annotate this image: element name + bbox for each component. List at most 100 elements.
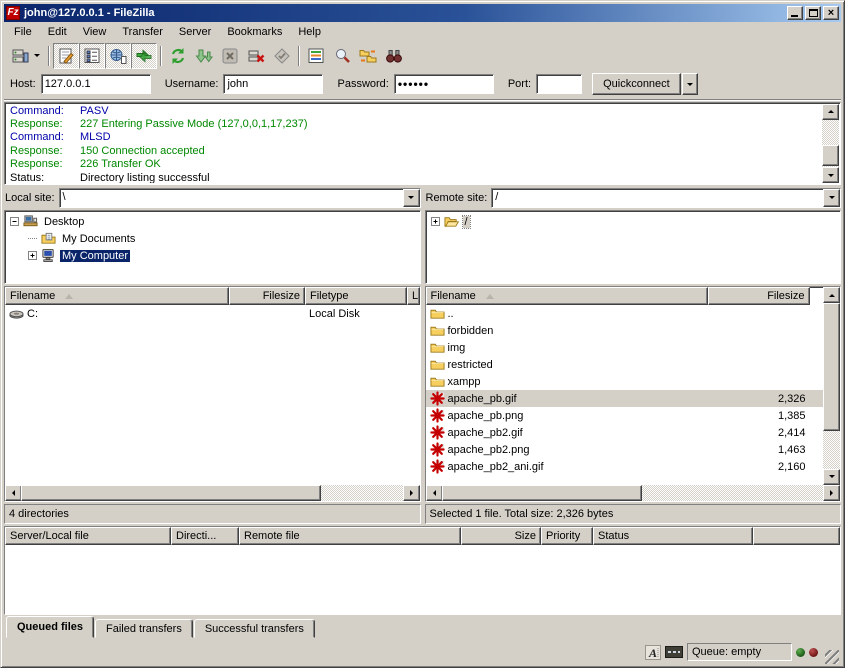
scroll-thumb[interactable]: [21, 485, 321, 501]
file-row-xampp[interactable]: xampp: [426, 373, 824, 390]
column-header-filename[interactable]: Filename: [426, 287, 708, 305]
column-header-l[interactable]: L: [407, 287, 420, 305]
column-header-filetype[interactable]: Filetype: [305, 287, 407, 305]
column-header-size[interactable]: Size: [461, 527, 541, 545]
scroll-up-button[interactable]: [823, 287, 840, 303]
column-header-remote-file[interactable]: Remote file: [239, 527, 461, 545]
local-horizontal-scrollbar[interactable]: [5, 485, 420, 501]
column-header-filesize[interactable]: Filesize: [229, 287, 305, 305]
scroll-up-button[interactable]: [822, 104, 839, 120]
menu-item-transfer[interactable]: Transfer: [114, 24, 171, 40]
menu-item-bookmarks[interactable]: Bookmarks: [219, 24, 290, 40]
scroll-right-button[interactable]: [823, 485, 840, 501]
resize-grip[interactable]: [825, 650, 839, 664]
log-label: Response:: [6, 145, 80, 158]
column-header-server-local-file[interactable]: Server/Local file: [5, 527, 171, 545]
file-row-apache-pb-gif[interactable]: apache_pb.gif2,326: [426, 390, 824, 407]
tab-failed-transfers[interactable]: Failed transfers: [95, 619, 193, 638]
file-row-restricted[interactable]: restricted: [426, 356, 824, 373]
filename-filters-button[interactable]: [381, 43, 407, 69]
toggle-local-tree-button[interactable]: [79, 43, 105, 69]
filesize-cell: [708, 356, 810, 373]
local-site-combo[interactable]: \: [59, 188, 421, 208]
column-header-blank[interactable]: [753, 527, 840, 545]
remote-site-combo[interactable]: /: [491, 188, 841, 208]
scroll-down-button[interactable]: [823, 469, 840, 485]
file-row-img[interactable]: img: [426, 339, 824, 356]
column-header-status[interactable]: Status: [593, 527, 753, 545]
file-row-apache-pb2-png[interactable]: apache_pb2.png1,463: [426, 441, 824, 458]
username-input[interactable]: [223, 74, 323, 94]
reconnect-button[interactable]: [269, 43, 295, 69]
tree-item-my-documents[interactable]: My Documents: [5, 230, 420, 247]
title-bar: Fz john@127.0.0.1 - FileZilla ×: [4, 4, 841, 22]
quickconnect-bar: Host: Username: Password: Port: Quickcon…: [4, 70, 841, 100]
local-directory-tree: DesktopMy DocumentsMy Computer: [4, 210, 421, 284]
site-manager-button[interactable]: [5, 43, 45, 69]
synchronized-browsing-button[interactable]: [355, 43, 381, 69]
menu-item-edit[interactable]: Edit: [40, 24, 75, 40]
remote-vertical-scrollbar[interactable]: [823, 287, 840, 484]
toggle-remote-tree-button[interactable]: [105, 43, 131, 69]
filename-text: apache_pb.png: [448, 410, 524, 422]
host-input[interactable]: [41, 74, 151, 94]
column-header-directi[interactable]: Directi...: [171, 527, 239, 545]
drive-icon: [9, 306, 24, 321]
menu-item-view[interactable]: View: [75, 24, 115, 40]
filename-text: apache_pb2_ani.gif: [448, 461, 544, 473]
log-row: Response:226 Transfer OK: [6, 158, 822, 171]
transfer-queue-body: [5, 545, 840, 615]
column-header-filesize[interactable]: Filesize: [708, 287, 810, 305]
tree-item-my-computer[interactable]: My Computer: [5, 247, 420, 264]
password-input[interactable]: [394, 74, 494, 94]
send-indicator-led: [809, 648, 818, 657]
filesize-cell: [708, 373, 810, 390]
log-label: Status:: [6, 172, 80, 184]
port-input[interactable]: [536, 74, 582, 94]
scroll-thumb[interactable]: [822, 145, 839, 166]
menu-item-server[interactable]: Server: [171, 24, 219, 40]
disconnect-button[interactable]: [243, 43, 269, 69]
tab-successful-transfers[interactable]: Successful transfers: [194, 619, 315, 638]
scroll-thumb[interactable]: [823, 303, 840, 431]
column-header-filename[interactable]: Filename: [5, 287, 229, 305]
cancel-operation-button[interactable]: [217, 43, 243, 69]
file-row-forbidden[interactable]: forbidden: [426, 322, 824, 339]
column-header-priority[interactable]: Priority: [541, 527, 593, 545]
file-row-blank[interactable]: ..: [426, 305, 824, 322]
remote-site-dropdown-button[interactable]: [823, 189, 840, 207]
refresh-button[interactable]: [165, 43, 191, 69]
arrow-left-icon: [9, 490, 15, 496]
file-row-apache-pb-png[interactable]: apache_pb.png1,385: [426, 407, 824, 424]
toggle-message-log-button[interactable]: [53, 43, 79, 69]
expander-plus-icon: [28, 251, 37, 260]
scroll-left-button[interactable]: [5, 485, 22, 501]
find-files-button[interactable]: [329, 43, 355, 69]
process-queue-button[interactable]: [191, 43, 217, 69]
recv-indicator-led: [796, 648, 805, 657]
quickconnect-dropdown-button[interactable]: [682, 73, 698, 95]
menu-item-help[interactable]: Help: [290, 24, 329, 40]
scroll-left-button[interactable]: [426, 485, 443, 501]
tree-item-desktop[interactable]: Desktop: [5, 213, 420, 230]
scroll-down-button[interactable]: [822, 167, 839, 183]
maximize-button[interactable]: [805, 6, 821, 20]
file-row-apache-pb2-ani-gif[interactable]: apache_pb2_ani.gif2,160: [426, 458, 824, 475]
file-row-c[interactable]: C:Local Disk: [5, 305, 420, 322]
file-row-apache-pb2-gif[interactable]: apache_pb2.gif2,414: [426, 424, 824, 441]
menu-item-file[interactable]: File: [6, 24, 40, 40]
tab-queued-files[interactable]: Queued files: [6, 616, 94, 638]
tree-item-blank[interactable]: /: [426, 213, 841, 230]
scroll-right-button[interactable]: [403, 485, 420, 501]
directory-comparison-button[interactable]: [303, 43, 329, 69]
remote-horizontal-scrollbar[interactable]: [426, 485, 841, 501]
minimize-button[interactable]: [787, 6, 803, 20]
log-scrollbar[interactable]: [822, 104, 839, 184]
file-panes: Local site: \ DesktopMy DocumentsMy Comp…: [4, 187, 841, 523]
toggle-transfer-queue-button[interactable]: [131, 43, 157, 69]
quickconnect-button[interactable]: Quickconnect: [592, 73, 681, 95]
scroll-thumb[interactable]: [442, 485, 642, 501]
close-button[interactable]: ×: [823, 6, 839, 20]
local-site-dropdown-button[interactable]: [403, 189, 420, 207]
log-text: Directory listing successful: [80, 172, 210, 184]
